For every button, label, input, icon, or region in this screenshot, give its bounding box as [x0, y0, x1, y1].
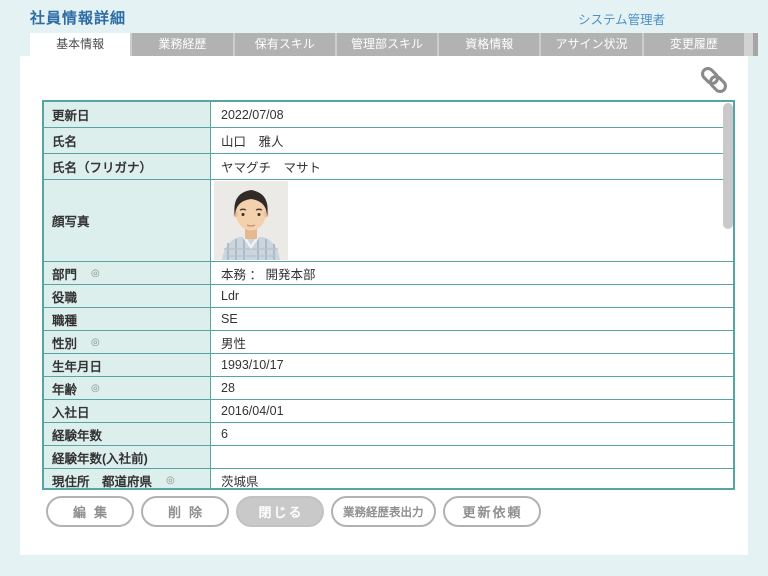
tab-change-history[interactable]: 変更履歴 — [644, 33, 744, 56]
required-marker-icon: ◎ — [91, 383, 100, 394]
row-label: 顔写真 — [44, 180, 211, 261]
detail-table: 更新日2022/07/08氏名山口 雅人氏名（フリガナ）ヤマグチ マサト顔写真 … — [42, 100, 735, 490]
tab-assign-status[interactable]: アサイン状況 — [541, 33, 641, 56]
table-row: 氏名山口 雅人 — [44, 128, 733, 154]
row-label: 氏名 — [44, 128, 211, 153]
row-label: 経験年数(入社前) — [44, 446, 211, 468]
row-value — [211, 446, 733, 468]
row-label: 現住所 都道府県◎ — [44, 469, 211, 490]
update-request-button[interactable]: 更新依頼 — [443, 496, 541, 527]
tab-strip-filler — [744, 33, 753, 56]
tab-bar: 基本情報業務経歴保有スキル管理部スキル資格情報アサイン状況変更履歴 — [30, 33, 744, 56]
required-marker-icon: ◎ — [91, 268, 100, 279]
table-row: 経験年数(入社前) — [44, 446, 733, 469]
employee-photo — [214, 181, 288, 260]
button-row: 編集削除閉じる業務経歴表出力更新依頼 — [46, 496, 541, 527]
table-row: 生年月日1993/10/17 — [44, 354, 733, 377]
page-title: 社員情報詳細 — [30, 7, 126, 28]
table-row: 更新日2022/07/08 — [44, 102, 733, 128]
required-marker-icon: ◎ — [166, 475, 175, 486]
table-row: 顔写真 — [44, 180, 733, 262]
row-value: SE — [211, 308, 733, 330]
table-row: 役職Ldr — [44, 285, 733, 308]
row-label: 年齢◎ — [44, 377, 211, 399]
tab-strip-end-bar — [753, 33, 758, 56]
row-label: 職種 — [44, 308, 211, 330]
row-value: 山口 雅人 — [211, 128, 733, 153]
row-label: 性別◎ — [44, 331, 211, 353]
table-row: 入社日2016/04/01 — [44, 400, 733, 423]
logged-in-user-link[interactable]: システム管理者 — [578, 9, 665, 28]
required-marker-icon: ◎ — [91, 337, 100, 348]
table-row: 職種SE — [44, 308, 733, 331]
export-history-button[interactable]: 業務経歴表出力 — [331, 496, 436, 527]
row-value: 男性 — [211, 331, 733, 353]
row-label: 部門◎ — [44, 262, 211, 284]
row-label: 役職 — [44, 285, 211, 307]
row-value: 茨城県 — [211, 469, 733, 490]
row-label: 更新日 — [44, 102, 211, 127]
close-button[interactable]: 閉じる — [236, 496, 324, 527]
row-value — [211, 180, 733, 261]
row-label: 生年月日 — [44, 354, 211, 376]
table-row: 性別◎男性 — [44, 331, 733, 354]
row-label: 氏名（フリガナ） — [44, 154, 211, 179]
row-value: 1993/10/17 — [211, 354, 733, 376]
table-row: 経験年数6 — [44, 423, 733, 446]
tab-basic-info[interactable]: 基本情報 — [30, 33, 130, 56]
row-label: 経験年数 — [44, 423, 211, 445]
table-row: 現住所 都道府県◎茨城県 — [44, 469, 733, 490]
tab-work-history[interactable]: 業務経歴 — [132, 33, 232, 56]
row-label: 入社日 — [44, 400, 211, 422]
row-value: 6 — [211, 423, 733, 445]
table-row: 部門◎本務 ： 開発本部 — [44, 262, 733, 285]
row-value: 2022/07/08 — [211, 102, 733, 127]
row-value: ヤマグチ マサト — [211, 154, 733, 179]
table-scrollbar-thumb[interactable] — [723, 103, 733, 229]
delete-button[interactable]: 削除 — [141, 496, 229, 527]
tab-certifications[interactable]: 資格情報 — [439, 33, 539, 56]
edit-button[interactable]: 編集 — [46, 496, 134, 527]
table-row: 氏名（フリガナ）ヤマグチ マサト — [44, 154, 733, 180]
row-value: 本務 ： 開発本部 — [211, 262, 733, 284]
tab-admin-skills[interactable]: 管理部スキル — [337, 33, 437, 56]
table-row: 年齢◎28 — [44, 377, 733, 400]
row-value: 28 — [211, 377, 733, 399]
link-icon[interactable] — [698, 64, 730, 96]
row-value: Ldr — [211, 285, 733, 307]
tab-owned-skills[interactable]: 保有スキル — [235, 33, 335, 56]
row-value: 2016/04/01 — [211, 400, 733, 422]
